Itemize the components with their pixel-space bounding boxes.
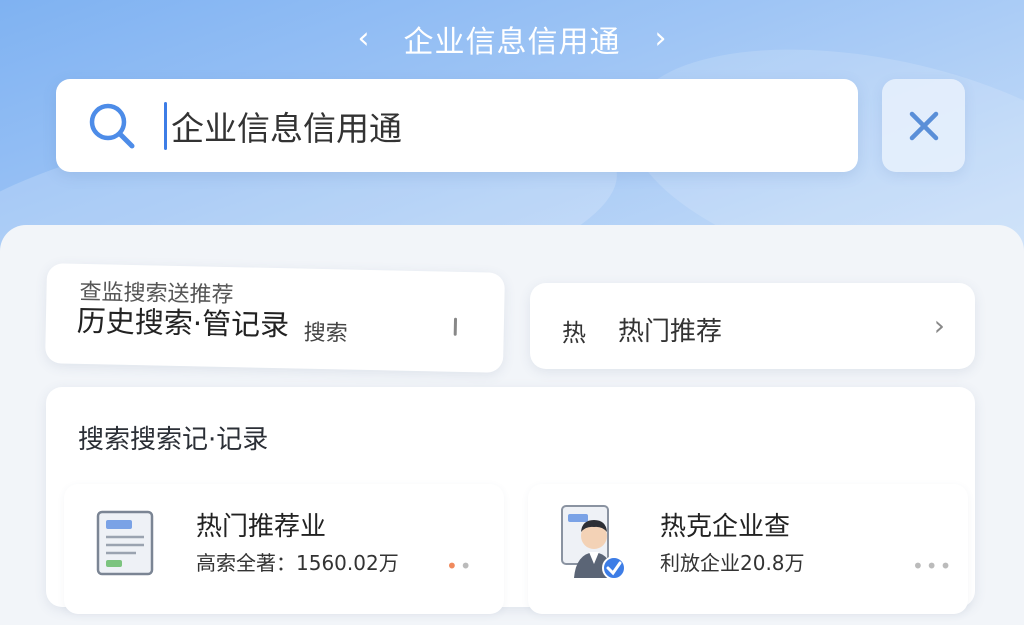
chevron-right-icon: › bbox=[933, 309, 945, 342]
history-title: 历史搜索·管记录 bbox=[76, 303, 290, 343]
page-title: 企业信息信用通 bbox=[403, 25, 621, 60]
list-item[interactable]: 热门推荐业 高索全著：1560.02万 •• bbox=[64, 484, 504, 614]
hot-recommend-label: 热门推荐 bbox=[618, 317, 723, 347]
more-dots-icon[interactable]: •• bbox=[446, 554, 474, 578]
hot-recommend-card[interactable]: 热 热门推荐 › bbox=[530, 283, 975, 369]
hot-icon: 热 bbox=[562, 319, 586, 347]
document-icon bbox=[96, 510, 154, 576]
divider-bar bbox=[453, 317, 458, 336]
close-button[interactable] bbox=[882, 79, 965, 172]
chevron-left-icon[interactable]: ‹ bbox=[358, 24, 370, 54]
search-input[interactable] bbox=[169, 105, 773, 146]
item-meta: 高索全著：1560.02万 bbox=[196, 551, 399, 575]
history-search-action[interactable]: 搜索 bbox=[303, 315, 348, 348]
item-meta: 利放企业20.8万 bbox=[660, 551, 805, 575]
records-title: 搜索搜索记·记录 bbox=[78, 425, 269, 455]
history-search-card[interactable]: 查监搜索送推荐 历史搜索·管记录 搜索 bbox=[45, 263, 505, 373]
item-name: 热克企业查 bbox=[660, 512, 791, 542]
verified-person-icon bbox=[561, 505, 626, 580]
top-nav: ‹ 企业信息信用通 › bbox=[0, 14, 1024, 64]
chevron-right-icon[interactable]: › bbox=[655, 24, 667, 54]
list-item[interactable]: 热克企业查 利放企业20.8万 ••• bbox=[528, 484, 968, 614]
more-dots-icon[interactable]: ••• bbox=[912, 554, 953, 578]
search-icon[interactable] bbox=[82, 96, 142, 156]
close-icon bbox=[909, 111, 938, 140]
search-bar[interactable] bbox=[56, 79, 858, 172]
search-records-card: 搜索搜索记·记录 热门推荐业 高索全著：1560.02万 •• 热克企业查 利放… bbox=[46, 387, 975, 614]
text-caret bbox=[164, 101, 167, 150]
item-name: 热门推荐业 bbox=[196, 512, 327, 542]
